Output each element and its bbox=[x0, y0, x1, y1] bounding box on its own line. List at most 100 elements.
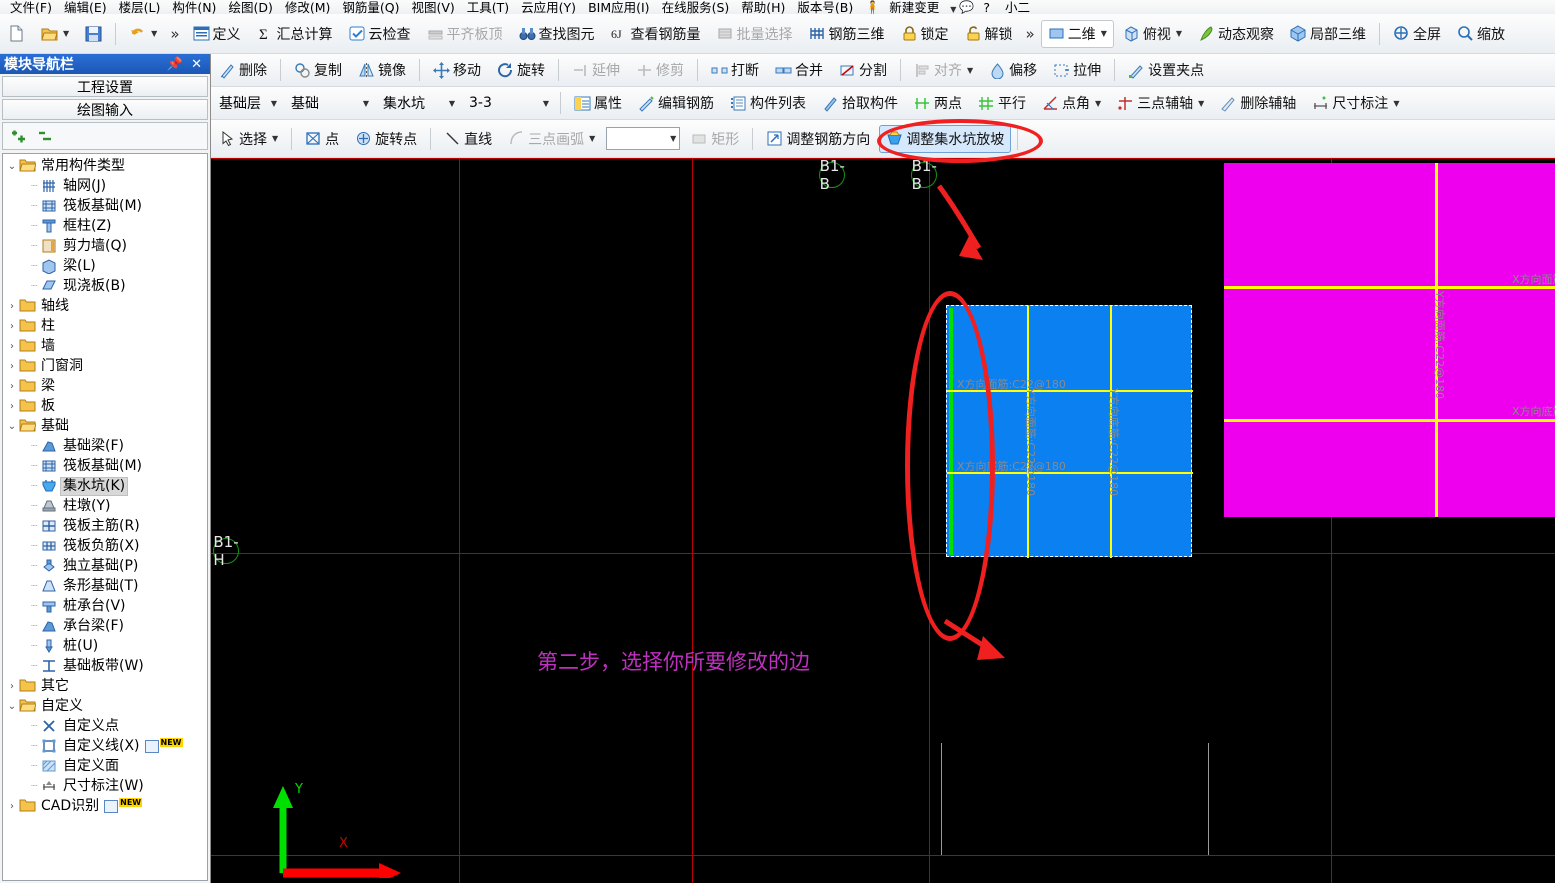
axis-bubble[interactable]: B1-B bbox=[911, 158, 937, 193]
properties-button[interactable]: 属性 bbox=[567, 89, 629, 117]
chevron-down-icon[interactable]: ▼ bbox=[1198, 99, 1204, 108]
axis-bubble[interactable]: B1-B bbox=[819, 158, 845, 193]
chevron-down-icon[interactable]: ⌄ bbox=[5, 701, 19, 712]
menu-item-version[interactable]: 版本号(B) bbox=[791, 1, 859, 14]
tree-item-4[interactable]: ┈ 剪力墙(Q) bbox=[3, 236, 207, 256]
menu-item-file[interactable]: 文件(F) bbox=[4, 1, 58, 14]
menu-item-bim-app[interactable]: BIM应用(I) bbox=[582, 1, 656, 14]
component-toolbar[interactable]: 基础层 ▼ 基础 ▼ 集水坑 ▼ 3-3 ▼ 属性 编辑钢筋 构件列表 拾取构件… bbox=[211, 87, 1555, 120]
tree-item-22[interactable]: ┈ 桩承台(V) bbox=[3, 596, 207, 616]
split-button[interactable]: 分割 bbox=[832, 56, 894, 84]
menu-item-rebar-qty[interactable]: 钢筋量(Q) bbox=[336, 1, 405, 14]
module-navigation-panel[interactable]: 模块导航栏 📌 ✕ 工程设置 绘图输入 ⌄ 常用构件类型 ┈ 轴网(J) ┈ 筏板基础(M… bbox=[0, 54, 211, 883]
chevron-down-icon[interactable]: ▼ bbox=[272, 134, 278, 143]
chevron-down-icon[interactable]: ⌄ bbox=[5, 421, 19, 432]
rotate-point-tool-button[interactable]: 旋转点 bbox=[348, 125, 424, 153]
tree-item-25[interactable]: ┈ 基础板带(W) bbox=[3, 656, 207, 676]
chevron-down-icon[interactable]: ▼ bbox=[363, 99, 369, 108]
tree-item-12[interactable]: › 板 bbox=[3, 396, 207, 416]
main-toolbar[interactable]: ▼ ▼ » 定义 Σ 汇总计算 云检查 平齐板顶 查找图元 6J 查看钢筋量 批… bbox=[0, 14, 1555, 54]
new-document-button[interactable] bbox=[1, 20, 32, 48]
fullscreen-button[interactable]: 全屏 bbox=[1386, 20, 1448, 48]
tree-item-27[interactable]: ⌄ 自定义 bbox=[3, 696, 207, 716]
menu-item-view[interactable]: 视图(V) bbox=[405, 1, 460, 14]
rebar-3d-button[interactable]: 钢筋三维 bbox=[802, 20, 892, 48]
component-name-select[interactable]: 3-3 ▼ bbox=[464, 93, 552, 114]
tree-item-23[interactable]: ┈ 承台梁(F) bbox=[3, 616, 207, 636]
tree-item-1[interactable]: ┈ 轴网(J) bbox=[3, 176, 207, 196]
align-slab-top-button[interactable]: 平齐板顶 bbox=[420, 20, 510, 48]
tree-item-24[interactable]: ┈ 桩(U) bbox=[3, 636, 207, 656]
tree-item-7[interactable]: › 轴线 bbox=[3, 296, 207, 316]
view-2d-button[interactable]: 二维 ▼ bbox=[1040, 19, 1114, 48]
menu-item-tools[interactable]: 工具(T) bbox=[461, 1, 515, 14]
tree-item-29[interactable]: ┈ 自定义线(X) NEW bbox=[3, 736, 207, 756]
chevron-down-icon[interactable]: ▼ bbox=[449, 99, 455, 108]
chevron-right-icon[interactable]: › bbox=[5, 681, 19, 692]
copy-button[interactable]: 复制 bbox=[287, 56, 349, 84]
arc-option-select[interactable]: ▼ bbox=[606, 127, 681, 150]
align-button[interactable]: 对齐 ▼ bbox=[907, 56, 980, 84]
parallel-button[interactable]: 平行 bbox=[971, 89, 1033, 117]
tree-item-17[interactable]: ┈ 柱墩(Y) bbox=[3, 496, 207, 516]
save-button[interactable] bbox=[78, 20, 109, 48]
tree-item-21[interactable]: ┈ 条形基础(T) bbox=[3, 576, 207, 596]
chevron-right-icon[interactable]: › bbox=[5, 361, 19, 372]
tree-item-30[interactable]: ┈ 自定义面 bbox=[3, 756, 207, 776]
break-button[interactable]: 打断 bbox=[704, 56, 766, 84]
top-view-button[interactable]: 俯视 ▼ bbox=[1116, 20, 1189, 48]
extend-button[interactable]: 延伸 bbox=[565, 56, 627, 84]
tree-item-0[interactable]: ⌄ 常用构件类型 bbox=[3, 156, 207, 176]
open-file-button[interactable]: ▼ bbox=[34, 20, 76, 48]
menu-item-new-change[interactable]: 新建变更 bbox=[883, 1, 945, 14]
tree-item-19[interactable]: ┈ 筏板负筋(X) bbox=[3, 536, 207, 556]
panel-toolbar[interactable] bbox=[2, 122, 208, 150]
chevron-right-icon[interactable]: › bbox=[5, 341, 19, 352]
toolbar-overflow-button[interactable]: » bbox=[165, 25, 184, 43]
rectangle-tool-button[interactable]: 矩形 bbox=[684, 125, 746, 153]
tree-item-26[interactable]: › 其它 bbox=[3, 676, 207, 696]
chevron-down-icon[interactable]: ▼ bbox=[950, 5, 956, 14]
tree-item-28[interactable]: ┈ 自定义点 bbox=[3, 716, 207, 736]
delete-axis-button[interactable]: 删除辅轴 bbox=[1213, 89, 1303, 117]
tree-item-11[interactable]: › 梁 bbox=[3, 376, 207, 396]
offset-button[interactable]: 偏移 bbox=[982, 56, 1044, 84]
undo-button[interactable]: ▼ bbox=[122, 20, 164, 48]
batch-select-button[interactable]: 批量选择 bbox=[710, 20, 800, 48]
menu-item-modify[interactable]: 修改(M) bbox=[279, 1, 337, 14]
zoom-button[interactable]: 缩放 bbox=[1450, 20, 1512, 48]
component-list-button[interactable]: 构件列表 bbox=[723, 89, 813, 117]
unlock-button[interactable]: 解锁 bbox=[958, 20, 1020, 48]
tree-item-3[interactable]: ┈ 框柱(Z) bbox=[3, 216, 207, 236]
chevron-down-icon[interactable]: ▼ bbox=[967, 66, 973, 75]
chevron-down-icon[interactable]: ▼ bbox=[1101, 29, 1107, 38]
tree-item-6[interactable]: ┈ 现浇板(B) bbox=[3, 276, 207, 296]
chevron-down-icon[interactable]: ▼ bbox=[151, 29, 157, 38]
drawing-input-button[interactable]: 绘图输入 bbox=[2, 99, 208, 120]
menu-item-help[interactable]: 帮助(H) bbox=[735, 1, 791, 14]
chevron-down-icon[interactable]: ▼ bbox=[1095, 99, 1101, 108]
pick-component-button[interactable]: 拾取构件 bbox=[815, 89, 905, 117]
mirror-button[interactable]: 镜像 bbox=[351, 56, 413, 84]
dimension-button[interactable]: 尺寸标注 ▼ bbox=[1305, 89, 1406, 117]
menu-item-xiaoer[interactable]: 小二 bbox=[999, 1, 1036, 14]
merge-button[interactable]: 合并 bbox=[768, 56, 830, 84]
define-button[interactable]: 定义 bbox=[186, 20, 248, 48]
menu-item-online-service[interactable]: 在线服务(S) bbox=[656, 1, 736, 14]
edit-rebar-button[interactable]: 编辑钢筋 bbox=[631, 89, 721, 117]
tree-item-15[interactable]: ┈ 筏板基础(M) bbox=[3, 456, 207, 476]
component-tree[interactable]: ⌄ 常用构件类型 ┈ 轴网(J) ┈ 筏板基础(M) ┈ 框柱(Z) ┈ 剪力墙(Q) ┈ 梁(L) ┈… bbox=[2, 153, 208, 881]
local-3d-button[interactable]: 局部三维 bbox=[1283, 20, 1373, 48]
orbit-button[interactable]: 动态观察 bbox=[1191, 20, 1281, 48]
component-type-select[interactable]: 集水坑 ▼ bbox=[378, 93, 458, 114]
chevron-down-icon[interactable]: ▼ bbox=[63, 29, 69, 38]
close-icon[interactable]: ✕ bbox=[187, 57, 206, 72]
delete-button[interactable]: 删除 bbox=[212, 56, 274, 84]
tree-item-8[interactable]: › 柱 bbox=[3, 316, 207, 336]
tree-item-32[interactable]: › CAD识别 NEW bbox=[3, 796, 207, 816]
chevron-right-icon[interactable]: › bbox=[5, 301, 19, 312]
three-point-arc-button[interactable]: 三点画弧 ▼ bbox=[501, 125, 602, 153]
menu-item-help-mark[interactable]: ? bbox=[977, 1, 996, 14]
menu-item-edit[interactable]: 编辑(E) bbox=[58, 1, 113, 14]
lock-button[interactable]: 锁定 bbox=[894, 20, 956, 48]
